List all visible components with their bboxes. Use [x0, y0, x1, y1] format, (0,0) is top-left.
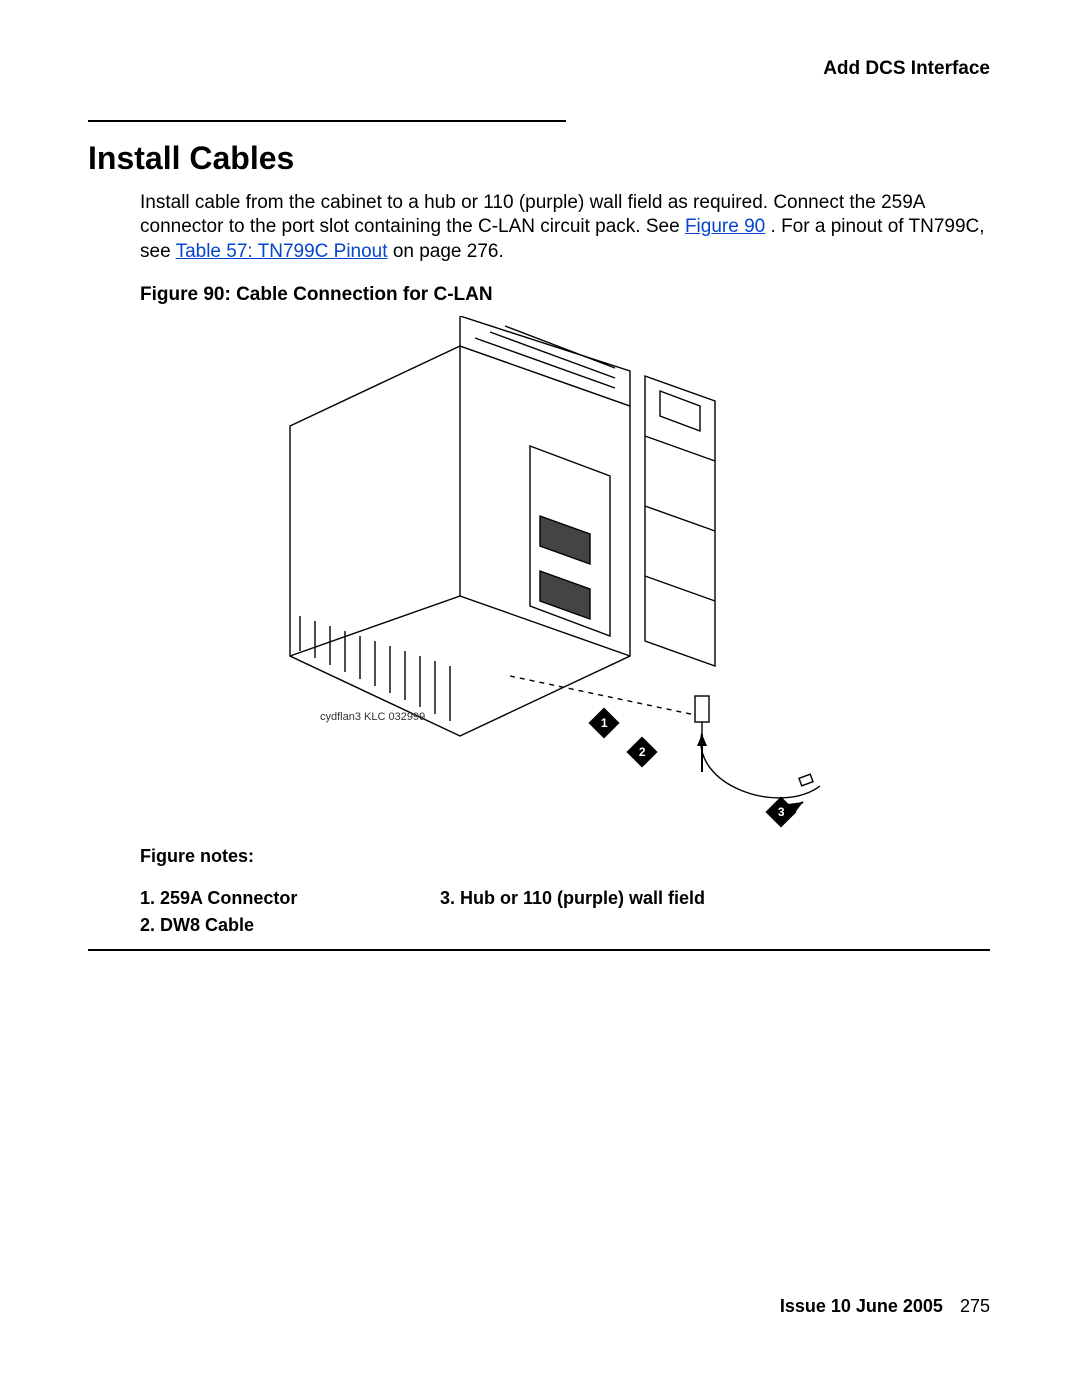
page-footer: Issue 10 June 2005 275 [780, 1296, 990, 1317]
header-rule [88, 120, 566, 122]
header-section-label: Add DCS Interface [88, 58, 990, 80]
section-title: Install Cables [88, 140, 990, 177]
figure-notes-label: Figure notes: [140, 846, 990, 867]
figure-note-1: 1. 259A Connector [140, 885, 440, 912]
figure-note-2: 2. DW8 Cable [140, 912, 440, 939]
footer-page-number: 275 [960, 1296, 990, 1316]
table-link[interactable]: Table 57: TN799C Pinout [176, 241, 388, 262]
figure-caption: Figure 90: Cable Connection for C-LAN [140, 284, 990, 306]
footer-rule [88, 949, 990, 951]
cabinet-illustration [260, 316, 820, 836]
para-text-c: on page 276. [393, 241, 504, 262]
figure-area: cydflan3 KLC 032999 1 2 3 [140, 316, 990, 836]
intro-paragraph: Install cable from the cabinet to a hub … [140, 191, 990, 264]
footer-issue: Issue 10 June 2005 [780, 1296, 943, 1316]
figure-notes-columns: 1. 259A Connector 2. DW8 Cable 3. Hub or… [140, 885, 990, 939]
figure-note-3: 3. Hub or 110 (purple) wall field [440, 885, 990, 912]
figure-link[interactable]: Figure 90 [685, 216, 765, 237]
figure-notes-right: 3. Hub or 110 (purple) wall field [440, 885, 990, 939]
figure-image-credit: cydflan3 KLC 032999 [320, 711, 425, 723]
figure-notes-left: 1. 259A Connector 2. DW8 Cable [140, 885, 440, 939]
